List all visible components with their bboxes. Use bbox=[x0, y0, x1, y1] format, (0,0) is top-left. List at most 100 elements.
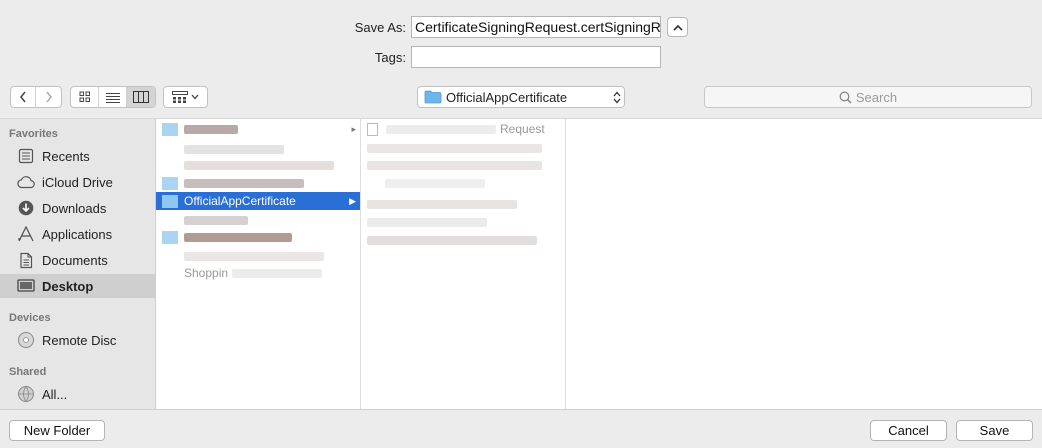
file-browser: Favorites Recents iCloud Drive Downloads… bbox=[0, 118, 1042, 410]
browser-column-2: Request bbox=[361, 119, 566, 410]
list-item[interactable] bbox=[156, 156, 360, 174]
sidebar-item-shared-all[interactable]: All... bbox=[0, 382, 155, 406]
chevron-right-icon: ▸ bbox=[351, 123, 356, 134]
tags-label: Tags: bbox=[374, 50, 406, 65]
list-item[interactable]: ▸ bbox=[156, 120, 360, 138]
expand-dialog-button[interactable] bbox=[667, 17, 688, 37]
folder-icon bbox=[162, 176, 178, 190]
folder-icon bbox=[162, 194, 178, 208]
current-folder-name: OfficialAppCertificate bbox=[446, 89, 568, 105]
folder-icon bbox=[424, 90, 442, 104]
sidebar-item-remote-disc[interactable]: Remote Disc bbox=[0, 328, 155, 352]
desktop-icon bbox=[16, 277, 36, 295]
list-item[interactable] bbox=[361, 195, 565, 213]
devices-header: Devices bbox=[9, 312, 51, 324]
dialog-footer: New Folder Cancel Save bbox=[0, 409, 1042, 448]
sidebar-item-label: Remote Disc bbox=[42, 332, 117, 348]
browser-column-1: ▸ OfficialAppCertificate ▶ Shoppin bbox=[156, 119, 361, 410]
sidebar-item-icloud-drive[interactable]: iCloud Drive bbox=[0, 170, 155, 194]
obscured-filename bbox=[184, 251, 324, 261]
list-item[interactable] bbox=[156, 247, 360, 265]
sidebar-item-label: Desktop bbox=[42, 278, 94, 294]
sidebar: Favorites Recents iCloud Drive Downloads… bbox=[0, 119, 156, 410]
save-as-field[interactable]: CertificateSigningRequest.certSigningRe bbox=[411, 16, 661, 38]
obscured-filename bbox=[184, 178, 304, 188]
disc-icon bbox=[16, 331, 36, 349]
sidebar-item-label: Applications bbox=[42, 226, 113, 242]
sidebar-item-applications[interactable]: Applications bbox=[0, 222, 155, 246]
chevron-down-icon bbox=[191, 94, 199, 100]
forward-button[interactable] bbox=[36, 87, 61, 107]
toolbar: OfficialAppCertificate Search bbox=[0, 84, 1042, 110]
favorites-header: Favorites bbox=[9, 128, 58, 140]
document-icon bbox=[367, 122, 378, 136]
applications-icon bbox=[16, 225, 36, 243]
obscured-filename bbox=[184, 215, 248, 225]
obscured-filename bbox=[367, 199, 517, 209]
list-view-button[interactable] bbox=[99, 87, 127, 107]
sidebar-item-documents[interactable]: Documents bbox=[0, 248, 155, 272]
obscured-filename bbox=[232, 268, 323, 278]
list-icon bbox=[105, 92, 120, 103]
search-field[interactable]: Search bbox=[704, 86, 1032, 108]
folder-location-popup[interactable]: OfficialAppCertificate bbox=[417, 86, 625, 108]
search-icon bbox=[839, 91, 852, 104]
network-icon bbox=[16, 385, 36, 403]
sidebar-item-label: Downloads bbox=[42, 200, 107, 216]
list-item[interactable] bbox=[156, 228, 360, 246]
list-item[interactable] bbox=[361, 231, 565, 249]
view-mode-buttons bbox=[70, 86, 156, 108]
arrange-menu-button[interactable] bbox=[163, 86, 208, 108]
obscured-filename bbox=[367, 235, 537, 245]
recents-icon bbox=[16, 147, 36, 165]
cancel-button[interactable]: Cancel bbox=[870, 420, 947, 441]
partial-filename: Request bbox=[500, 122, 545, 136]
sidebar-item-label: Recents bbox=[42, 148, 90, 164]
chevron-left-icon bbox=[20, 91, 26, 103]
shared-header: Shared bbox=[9, 366, 47, 378]
list-item[interactable] bbox=[361, 213, 565, 231]
list-item[interactable]: Shoppin bbox=[156, 264, 360, 282]
sidebar-item-label: All... bbox=[42, 386, 68, 402]
obscured-filename bbox=[367, 160, 542, 170]
list-item[interactable]: Request bbox=[361, 120, 565, 138]
arrange-grid-icon bbox=[172, 91, 188, 103]
partial-filename: Shoppin bbox=[184, 266, 229, 280]
sidebar-item-recents[interactable]: Recents bbox=[0, 144, 155, 168]
tags-row: Tags: bbox=[0, 46, 1042, 70]
back-button[interactable] bbox=[11, 87, 37, 107]
obscured-filename bbox=[184, 232, 292, 242]
icon-view-button[interactable] bbox=[71, 87, 99, 107]
obscured-filename bbox=[386, 124, 496, 134]
list-item[interactable] bbox=[156, 174, 360, 192]
save-as-row: Save As: CertificateSigningRequest.certS… bbox=[0, 16, 1042, 40]
obscured-filename bbox=[367, 143, 542, 153]
chevron-up-icon bbox=[672, 24, 683, 31]
tags-field[interactable] bbox=[411, 46, 661, 68]
obscured-filename bbox=[184, 124, 238, 134]
save-button[interactable]: Save bbox=[956, 420, 1033, 441]
folder-icon bbox=[162, 122, 178, 136]
columns-icon bbox=[132, 91, 149, 103]
new-folder-button[interactable]: New Folder bbox=[9, 420, 105, 441]
up-down-arrows-icon bbox=[610, 91, 624, 104]
sidebar-item-downloads[interactable]: Downloads bbox=[0, 196, 155, 220]
list-item[interactable] bbox=[156, 211, 360, 229]
list-item-selected[interactable]: OfficialAppCertificate ▶ bbox=[156, 192, 360, 210]
sidebar-item-label: iCloud Drive bbox=[42, 174, 113, 190]
save-as-label: Save As: bbox=[354, 20, 406, 35]
grid-icon bbox=[79, 91, 90, 102]
folder-icon bbox=[162, 230, 178, 244]
list-item[interactable] bbox=[361, 139, 565, 157]
obscured-filename bbox=[184, 144, 284, 154]
browser-column-3 bbox=[566, 119, 1042, 410]
obscured-filename bbox=[385, 178, 485, 188]
column-view-button[interactable] bbox=[127, 87, 155, 107]
list-item[interactable] bbox=[361, 156, 565, 174]
download-icon bbox=[16, 199, 36, 217]
list-item[interactable] bbox=[361, 174, 565, 192]
sidebar-item-desktop[interactable]: Desktop bbox=[0, 274, 155, 298]
selected-folder-name: OfficialAppCertificate bbox=[184, 194, 296, 208]
chevron-right-icon: ▶ bbox=[349, 195, 356, 206]
obscured-filename bbox=[367, 217, 487, 227]
